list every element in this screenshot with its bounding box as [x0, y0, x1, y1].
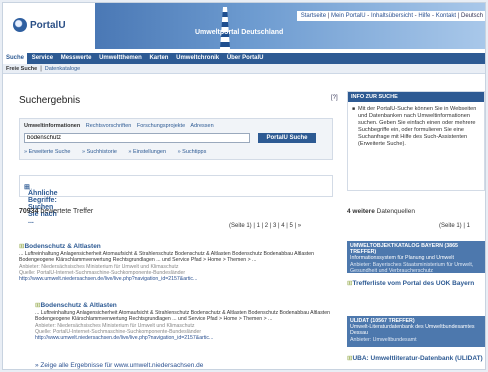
result-description: ... Luftreinhaltung Anlagensicherheit At… [35, 310, 331, 323]
info-box: INFO ZUR SUCHE Mit der PortalU-Suche kön… [347, 91, 485, 191]
search-panel: Umweltinformationen Rechtsvorschriften F… [19, 118, 333, 160]
main-nav: Suche Service Messwerte Umweltthemen Kar… [3, 53, 485, 64]
sidebar: INFO ZUR SUCHE Mit der PortalU-Suche kön… [347, 91, 485, 362]
nav-service[interactable]: Service [29, 53, 56, 64]
link-einstellungen[interactable]: » Einstellungen [128, 149, 171, 155]
link-label: Suchtipps [182, 149, 207, 155]
datasource-provider: Anbieter: Umweltbundesamt [350, 336, 417, 343]
datasource-link[interactable]: UBA: Umweltliteratur-Datenbank (ULIDAT) [347, 355, 482, 363]
logo-globe-icon [13, 18, 27, 32]
top-link-hilfe[interactable]: Hilfe [418, 13, 430, 19]
page-title: Suchergebnis [19, 95, 81, 106]
show-all-results-link[interactable]: » Zeige alle Ergebnisse für www.umwelt.n… [35, 362, 203, 369]
help-link[interactable]: [?] [331, 95, 338, 101]
logo-text: PortalU [30, 19, 66, 31]
sidebar-count-number: 4 weitere [347, 208, 375, 215]
datasource-subtitle: Umwelt-Literaturdatenbank des Umweltbund… [350, 324, 475, 337]
top-link-inhaltsuebersicht[interactable]: Inhaltsübersicht [371, 13, 413, 19]
result-item: Bodenschutz & Altlasten ... Luftreinhalt… [35, 302, 335, 341]
tab-rechtsvorschriften[interactable]: Rechtsvorschriften [86, 123, 132, 129]
result-count: 70934 bewertete Treffer [19, 208, 93, 215]
result-description: ... Luftreinhaltung Anlagensicherheit At… [19, 251, 315, 264]
sidebar-count: 4 weitere Datenquellen [347, 208, 415, 215]
nav-suche[interactable]: Suche [3, 53, 28, 64]
result-source: Anbieter: Niedersächsisches Ministerium … [19, 263, 186, 276]
tab-umweltinformationen[interactable]: Umweltinformationen [24, 123, 80, 129]
tab-forschungsprojekte[interactable]: Forschungsprojekte [137, 123, 185, 129]
nav-ueber-portalu[interactable]: Über PortalU [224, 53, 267, 64]
link-erweiterte-suche[interactable]: » Erweiterte Suche [24, 149, 75, 155]
search-links: » Erweiterte Suche » Suchhistorie » Eins… [24, 149, 216, 155]
tab-adressen[interactable]: Adressen [190, 123, 213, 129]
nav-umweltchronik[interactable]: Umweltchronik [173, 53, 222, 64]
nav-karten[interactable]: Karten [146, 53, 171, 64]
language-select[interactable]: Deutsch [461, 13, 483, 19]
search-input[interactable] [24, 133, 250, 143]
similar-terms-panel[interactable]: ⊞ Ähnliche Begriffe: Suchen Sie nach ... [19, 175, 333, 225]
top-links: Startseite | Mein PortalU - Inhaltsübers… [296, 11, 485, 21]
result-count-number: 70934 [19, 208, 39, 215]
link-label: Suchhistorie [86, 149, 117, 155]
link-suchtipps[interactable]: » Suchtipps [178, 149, 212, 155]
datasource-box: ULIDAT (10567 TREFFER) Umwelt-Literaturd… [347, 316, 485, 347]
result-url[interactable]: http://www.umwelt.niedersachsen.de/live/… [19, 276, 319, 282]
lighthouse-icon [220, 7, 230, 49]
info-text: Mit der PortalU-Suche können Sie in Webs… [352, 106, 480, 147]
header: PortalU Umweltportal Deutschland Startse… [3, 3, 485, 49]
nav-umweltthemen[interactable]: Umweltthemen [96, 53, 145, 64]
datasource-box: UMWELTOBJEKTKATALOG BAYERN (3865 TREFFER… [347, 241, 485, 274]
top-link-kontakt[interactable]: Kontakt [436, 13, 456, 19]
top-link-mein-portalu[interactable]: Mein PortalU [331, 13, 366, 19]
datasource-title[interactable]: UMWELTOBJEKTKATALOG BAYERN (3865 TREFFER… [350, 243, 482, 255]
search-tabs: Umweltinformationen Rechtsvorschriften F… [24, 123, 218, 129]
result-title[interactable]: Bodenschutz & Altlasten [35, 302, 335, 309]
datasource-link[interactable]: Trefferliste vom Portal des UOK Bayern [347, 280, 474, 288]
header-banner: Umweltportal Deutschland [95, 3, 485, 49]
subnav-freie-suche[interactable]: Freie Suche [3, 66, 40, 72]
result-count-text: bewertete Treffer [40, 208, 94, 215]
nav-messwerte[interactable]: Messwerte [58, 53, 95, 64]
portalu-logo[interactable]: PortalU [13, 15, 73, 35]
result-url[interactable]: http://www.umwelt.niedersachsen.de/live/… [35, 335, 335, 341]
page: PortalU Umweltportal Deutschland Startse… [2, 2, 486, 370]
top-link-startseite[interactable]: Startseite [301, 13, 326, 19]
sidebar-pagination[interactable]: (Seite 1) | 1 [439, 223, 470, 229]
pagination[interactable]: (Seite 1) | 1 | 2 | 3 | 4 | 5 | » [229, 223, 301, 229]
info-list: Mit der PortalU-Suche können Sie in Webs… [348, 102, 484, 147]
result-source: Anbieter: Niedersächsisches Ministerium … [35, 322, 202, 335]
result-title[interactable]: Bodenschutz & Altlasten [19, 243, 319, 250]
similar-terms-toggle[interactable]: ⊞ Ähnliche Begriffe: Suchen Sie nach ... [24, 183, 58, 225]
link-label: Einstellungen [133, 149, 167, 155]
link-suchhistorie[interactable]: » Suchhistorie [82, 149, 122, 155]
subnav-datenkataloge[interactable]: Datenkataloge [42, 66, 83, 72]
result-item: Bodenschutz & Altlasten ... Luftreinhalt… [19, 243, 319, 282]
site-name: Umweltportal Deutschland [195, 29, 284, 36]
search-button[interactable]: PortalU Suche [258, 133, 316, 143]
info-box-title: INFO ZUR SUCHE [348, 92, 484, 102]
sidebar-count-text: Datenquellen [376, 208, 415, 215]
sub-nav: Freie Suche | Datenkataloge [3, 64, 485, 74]
datasource-provider: Anbieter: Bayerisches Staatsministerium … [350, 261, 474, 274]
link-label: Erweiterte Suche [28, 149, 71, 155]
